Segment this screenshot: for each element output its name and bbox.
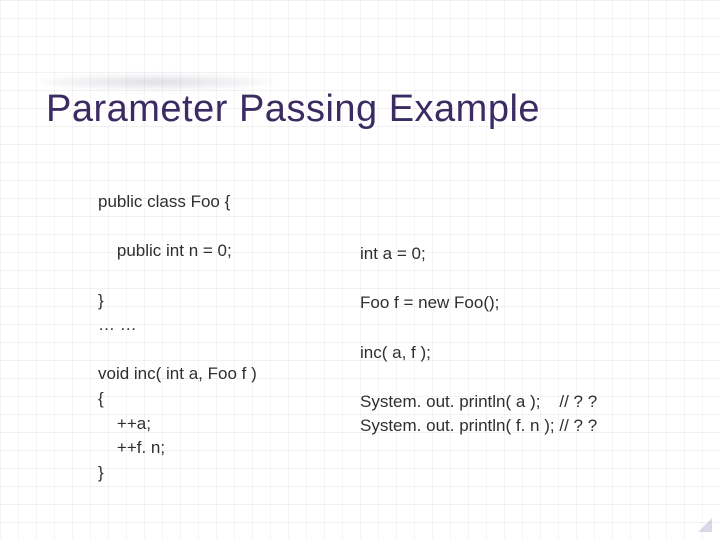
slide: Parameter Passing Example public class F…: [0, 0, 720, 540]
code-column-right: int a = 0; Foo f = new Foo(); inc( a, f …: [360, 242, 597, 439]
slide-title: Parameter Passing Example: [46, 88, 540, 131]
code-column-left: public class Foo { public int n = 0; } ……: [98, 190, 257, 486]
corner-accent-icon: [698, 518, 712, 532]
